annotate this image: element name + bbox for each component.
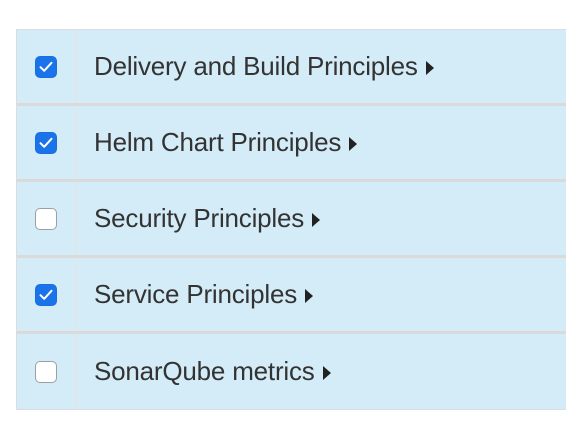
checkmark-icon: [39, 137, 53, 148]
row-expand-toggle[interactable]: Security Principles: [77, 182, 566, 255]
checkmark-icon: [39, 289, 53, 300]
table-row: Service Principles: [17, 258, 566, 334]
table-row: Delivery and Build Principles: [17, 30, 566, 106]
caret-right-icon: [349, 136, 358, 151]
table-row: SonarQube metrics: [17, 334, 566, 410]
checkbox-cell: [17, 258, 77, 331]
checkbox-cell: [17, 30, 77, 103]
row-label: Security Principles: [94, 203, 305, 233]
caret-right-icon: [305, 288, 314, 303]
checkbox-cell: [17, 182, 77, 255]
row-expand-toggle[interactable]: Helm Chart Principles: [77, 106, 566, 179]
row-label: Helm Chart Principles: [94, 127, 342, 157]
caret-right-icon: [322, 365, 331, 380]
caret-right-icon: [312, 212, 321, 227]
row-checkbox[interactable]: [35, 360, 57, 383]
table-row: Security Principles: [17, 182, 566, 258]
table-row: Helm Chart Principles: [17, 106, 566, 182]
principles-table: Delivery and Build Principles Helm Chart…: [16, 29, 566, 410]
row-expand-toggle[interactable]: Delivery and Build Principles: [77, 30, 566, 103]
row-label: Service Principles: [94, 279, 298, 309]
row-checkbox[interactable]: [35, 207, 57, 230]
caret-right-icon: [425, 60, 434, 75]
row-label: SonarQube metrics: [94, 356, 315, 386]
checkbox-cell: [17, 106, 77, 179]
row-checkbox[interactable]: [35, 283, 57, 306]
row-checkbox[interactable]: [35, 55, 57, 78]
row-checkbox[interactable]: [35, 131, 57, 154]
checkbox-cell: [17, 334, 77, 409]
row-expand-toggle[interactable]: Service Principles: [77, 258, 566, 331]
checkmark-icon: [39, 61, 53, 72]
row-expand-toggle[interactable]: SonarQube metrics: [77, 334, 566, 409]
row-label: Delivery and Build Principles: [94, 51, 418, 81]
